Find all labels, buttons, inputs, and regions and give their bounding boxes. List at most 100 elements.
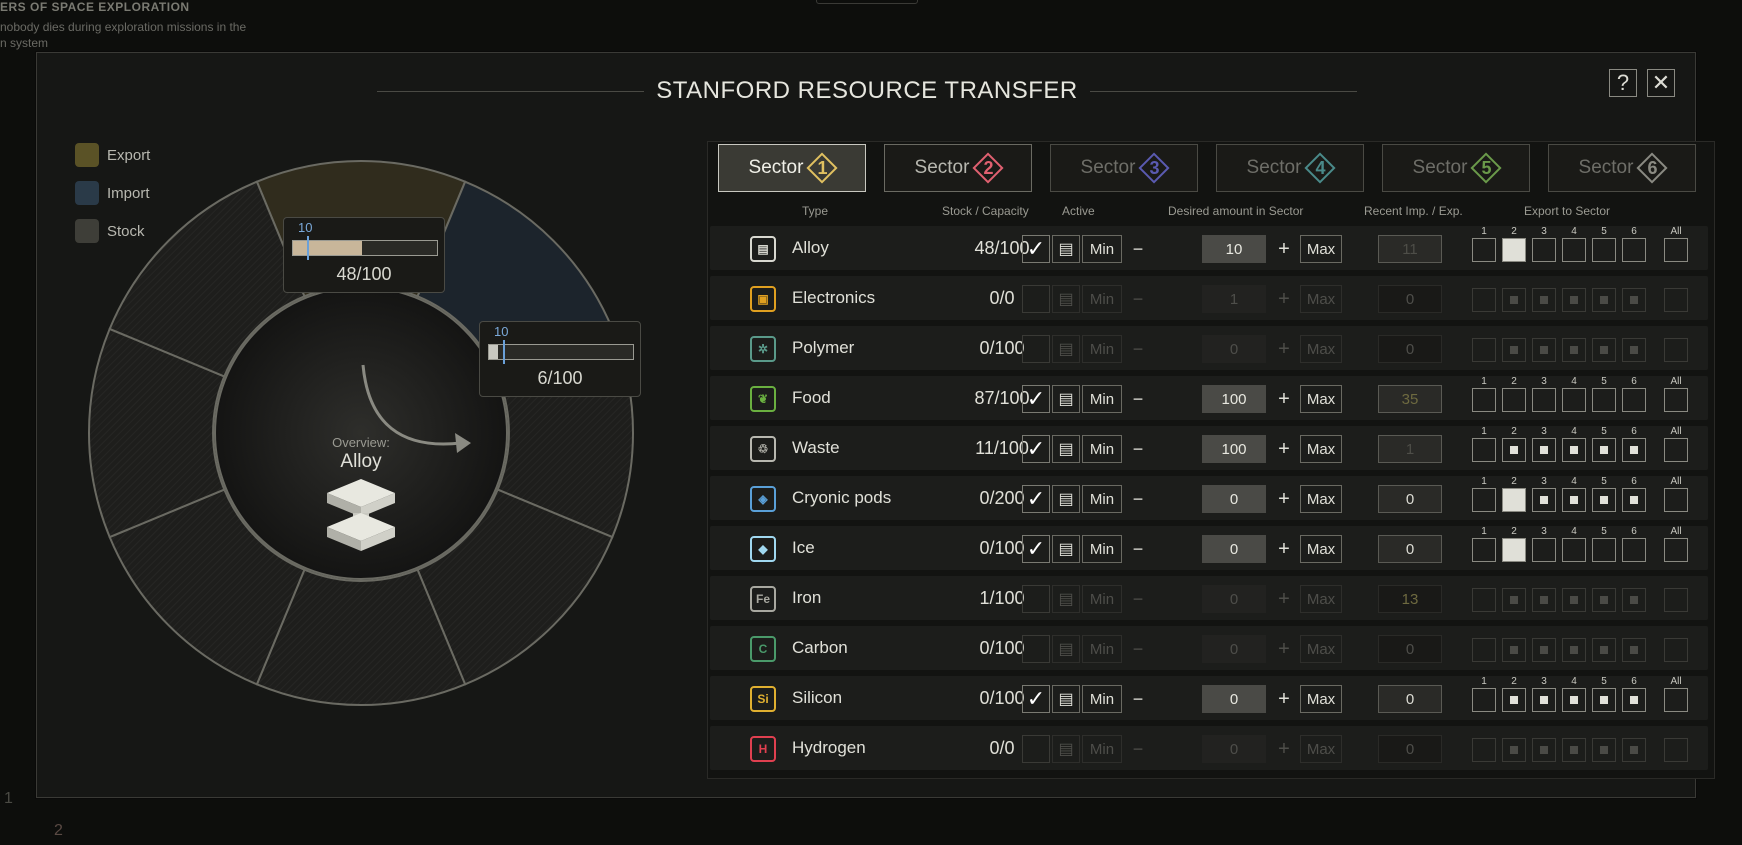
export-sector-4-checkbox[interactable]	[1562, 388, 1586, 412]
decrement-button[interactable]: −	[1124, 485, 1152, 513]
export-sector-1-checkbox[interactable]	[1472, 538, 1496, 562]
export-sector-4-checkbox[interactable]	[1562, 538, 1586, 562]
active-checkbox[interactable]: ✓	[1022, 435, 1050, 463]
increment-button[interactable]: +	[1270, 485, 1298, 513]
export-sector-4-checkbox[interactable]	[1562, 488, 1586, 512]
export-sector-6-checkbox[interactable]	[1622, 588, 1646, 612]
active-checkbox[interactable]	[1022, 635, 1050, 663]
help-button[interactable]: ?	[1609, 69, 1637, 97]
tab-sector-1[interactable]: Sector 1	[718, 144, 866, 192]
storage-icon-button[interactable]: ▤	[1052, 385, 1080, 413]
desired-amount-field[interactable]: 0	[1202, 585, 1266, 613]
storage-icon-button[interactable]: ▤	[1052, 535, 1080, 563]
min-button[interactable]: Min	[1082, 735, 1122, 763]
desired-amount-field[interactable]: 0	[1202, 485, 1266, 513]
decrement-button[interactable]: −	[1124, 685, 1152, 713]
export-all-checkbox[interactable]	[1664, 488, 1688, 512]
desired-amount-field[interactable]: 0	[1202, 635, 1266, 663]
decrement-button[interactable]: −	[1124, 435, 1152, 463]
storage-icon-button[interactable]: ▤	[1052, 585, 1080, 613]
export-sector-4-checkbox[interactable]	[1562, 438, 1586, 462]
desired-amount-field[interactable]: 0	[1202, 735, 1266, 763]
storage-icon-button[interactable]: ▤	[1052, 685, 1080, 713]
sector-2-desired-marker[interactable]	[503, 340, 506, 364]
sector-2-stock-bar[interactable]	[488, 340, 634, 364]
min-button[interactable]: Min	[1082, 585, 1122, 613]
min-button[interactable]: Min	[1082, 435, 1122, 463]
export-all-checkbox[interactable]	[1664, 438, 1688, 462]
export-sector-6-checkbox[interactable]	[1622, 238, 1646, 262]
max-button[interactable]: Max	[1300, 435, 1342, 463]
export-sector-6-checkbox[interactable]	[1622, 488, 1646, 512]
active-checkbox[interactable]: ✓	[1022, 685, 1050, 713]
active-checkbox[interactable]: ✓	[1022, 535, 1050, 563]
export-sector-6-checkbox[interactable]	[1622, 438, 1646, 462]
max-button[interactable]: Max	[1300, 485, 1342, 513]
export-all-checkbox[interactable]	[1664, 638, 1688, 662]
export-all-checkbox[interactable]	[1664, 338, 1688, 362]
decrement-button[interactable]: −	[1124, 385, 1152, 413]
export-sector-1-checkbox[interactable]	[1472, 338, 1496, 362]
storage-icon-button[interactable]: ▤	[1052, 735, 1080, 763]
active-checkbox[interactable]	[1022, 585, 1050, 613]
export-sector-5-checkbox[interactable]	[1592, 538, 1616, 562]
increment-button[interactable]: +	[1270, 335, 1298, 363]
export-sector-4-checkbox[interactable]	[1562, 238, 1586, 262]
desired-amount-field[interactable]: 100	[1202, 385, 1266, 413]
active-checkbox[interactable]: ✓	[1022, 235, 1050, 263]
close-button[interactable]: ✕	[1647, 69, 1675, 97]
export-sector-2-checkbox[interactable]	[1502, 438, 1526, 462]
min-button[interactable]: Min	[1082, 235, 1122, 263]
max-button[interactable]: Max	[1300, 685, 1342, 713]
storage-icon-button[interactable]: ▤	[1052, 285, 1080, 313]
export-all-checkbox[interactable]	[1664, 238, 1688, 262]
export-sector-3-checkbox[interactable]	[1532, 538, 1556, 562]
export-sector-5-checkbox[interactable]	[1592, 488, 1616, 512]
increment-button[interactable]: +	[1270, 635, 1298, 663]
sector-1-desired-marker[interactable]	[307, 236, 310, 260]
export-sector-3-checkbox[interactable]	[1532, 688, 1556, 712]
export-sector-2-checkbox[interactable]	[1502, 538, 1526, 562]
export-sector-4-checkbox[interactable]	[1562, 738, 1586, 762]
export-sector-3-checkbox[interactable]	[1532, 488, 1556, 512]
export-sector-2-checkbox[interactable]	[1502, 288, 1526, 312]
tab-sector-2[interactable]: Sector 2	[884, 144, 1032, 192]
export-sector-6-checkbox[interactable]	[1622, 538, 1646, 562]
export-all-checkbox[interactable]	[1664, 588, 1688, 612]
export-sector-3-checkbox[interactable]	[1532, 438, 1556, 462]
export-all-checkbox[interactable]	[1664, 738, 1688, 762]
export-sector-6-checkbox[interactable]	[1622, 688, 1646, 712]
export-sector-1-checkbox[interactable]	[1472, 238, 1496, 262]
storage-icon-button[interactable]: ▤	[1052, 485, 1080, 513]
max-button[interactable]: Max	[1300, 385, 1342, 413]
export-sector-5-checkbox[interactable]	[1592, 638, 1616, 662]
decrement-button[interactable]: −	[1124, 635, 1152, 663]
export-sector-5-checkbox[interactable]	[1592, 388, 1616, 412]
export-sector-1-checkbox[interactable]	[1472, 738, 1496, 762]
export-sector-3-checkbox[interactable]	[1532, 588, 1556, 612]
export-all-checkbox[interactable]	[1664, 538, 1688, 562]
export-sector-1-checkbox[interactable]	[1472, 688, 1496, 712]
min-button[interactable]: Min	[1082, 535, 1122, 563]
min-button[interactable]: Min	[1082, 635, 1122, 663]
export-sector-1-checkbox[interactable]	[1472, 488, 1496, 512]
desired-amount-field[interactable]: 10	[1202, 235, 1266, 263]
active-checkbox[interactable]: ✓	[1022, 385, 1050, 413]
export-sector-2-checkbox[interactable]	[1502, 338, 1526, 362]
max-button[interactable]: Max	[1300, 335, 1342, 363]
max-button[interactable]: Max	[1300, 285, 1342, 313]
tab-sector-4[interactable]: Sector 4	[1216, 144, 1364, 192]
min-button[interactable]: Min	[1082, 685, 1122, 713]
export-sector-1-checkbox[interactable]	[1472, 388, 1496, 412]
increment-button[interactable]: +	[1270, 235, 1298, 263]
increment-button[interactable]: +	[1270, 735, 1298, 763]
active-checkbox[interactable]	[1022, 285, 1050, 313]
storage-icon-button[interactable]: ▤	[1052, 435, 1080, 463]
export-sector-2-checkbox[interactable]	[1502, 638, 1526, 662]
export-sector-2-checkbox[interactable]	[1502, 388, 1526, 412]
export-sector-1-checkbox[interactable]	[1472, 638, 1496, 662]
desired-amount-field[interactable]: 1	[1202, 285, 1266, 313]
export-sector-3-checkbox[interactable]	[1532, 738, 1556, 762]
desired-amount-field[interactable]: 0	[1202, 535, 1266, 563]
export-sector-4-checkbox[interactable]	[1562, 688, 1586, 712]
